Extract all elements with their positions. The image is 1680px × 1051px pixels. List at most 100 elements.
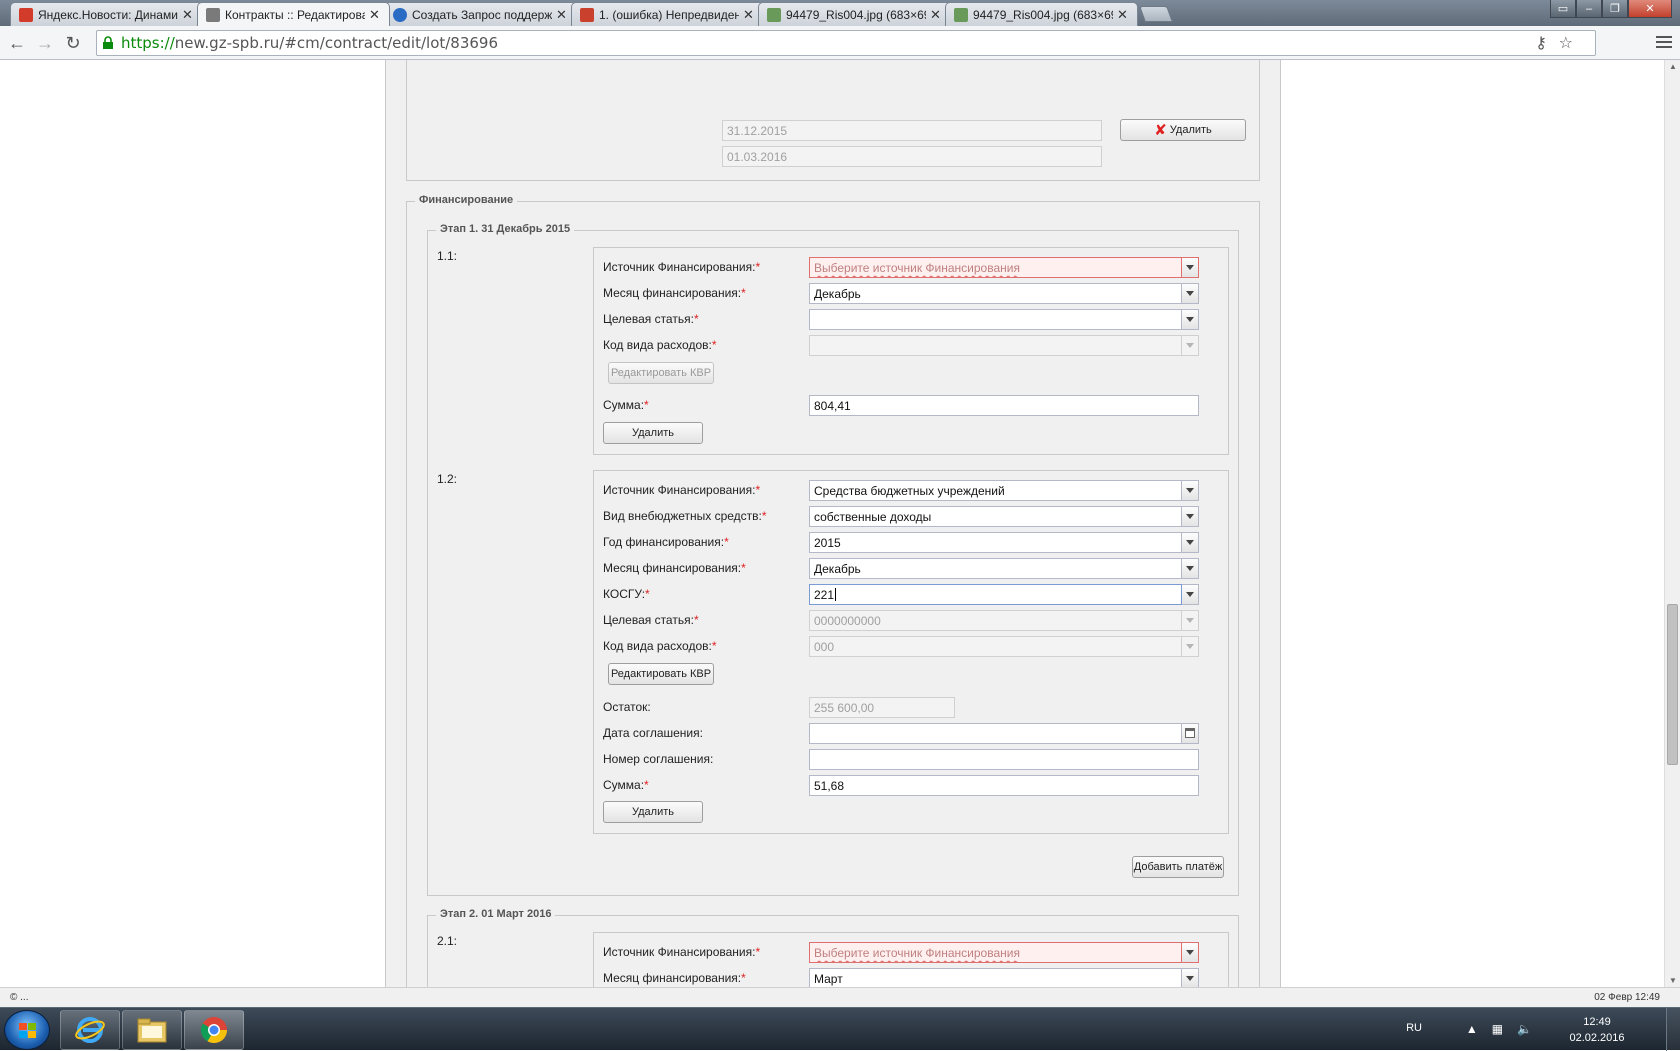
reload-icon[interactable]: ↻	[62, 32, 84, 54]
taskbar-clock[interactable]: 12:49 02.02.2016	[1562, 1014, 1632, 1046]
payment-number-1-2: 1.2:	[437, 472, 458, 486]
delete-stage-button[interactable]: ✘ Удалить	[1120, 119, 1246, 141]
agreement-date-input[interactable]	[809, 723, 1182, 744]
status-text: © ...	[10, 992, 29, 1003]
chevron-down-icon[interactable]	[1182, 532, 1199, 553]
chevron-down-icon[interactable]	[1182, 309, 1199, 330]
field-label: Источник Финансирования:*	[603, 945, 761, 959]
chevron-down-icon[interactable]	[1182, 968, 1199, 987]
field-label: Год финансирования:*	[603, 535, 729, 549]
show-hidden-icons-icon[interactable]: ▲	[1466, 1022, 1478, 1036]
field-label: Сумма:*	[603, 778, 649, 792]
file-explorer-app[interactable]	[122, 1010, 182, 1050]
tools-icon	[206, 7, 220, 22]
chevron-down-icon[interactable]	[1182, 480, 1199, 501]
chevron-down-icon[interactable]	[1182, 942, 1199, 963]
delete-payment-button[interactable]: Удалить	[603, 422, 703, 444]
field-label: Месяц финансирования:*	[603, 286, 746, 300]
user-icon[interactable]: ▭	[1550, 0, 1576, 18]
tabs: Яндекс.Новости: Динамик ✕ Контракты :: Р…	[10, 2, 1173, 26]
maximize-button[interactable]: ❐	[1602, 0, 1628, 18]
scroll-up-icon[interactable]: ▲	[1668, 62, 1678, 71]
tab-error[interactable]: 1. (ошибка) Непредвиден ✕	[571, 2, 764, 26]
delete-x-icon: ✘	[1154, 122, 1167, 139]
chevron-down-icon[interactable]	[1182, 610, 1199, 631]
sum-input[interactable]: 51,68	[809, 775, 1199, 796]
scroll-down-icon[interactable]: ▼	[1668, 976, 1678, 985]
funding-source-combo[interactable]: Средства бюджетных учреждений	[809, 480, 1182, 501]
show-desktop-button[interactable]	[1666, 1008, 1680, 1051]
scroll-thumb[interactable]	[1667, 604, 1678, 765]
address-bar[interactable]: https://new.gz-spb.ru/#cm/contract/edit/…	[96, 30, 1596, 56]
expense-code-combo[interactable]	[809, 335, 1182, 356]
funding-month-combo[interactable]: Декабрь	[809, 283, 1182, 304]
close-icon[interactable]: ✕	[930, 8, 942, 21]
stage2-legend: Этап 2. 01 Март 2016	[436, 908, 556, 920]
financing-legend: Финансирование	[415, 194, 518, 206]
yandex-news-icon	[19, 7, 33, 22]
calendar-icon[interactable]	[1182, 723, 1199, 744]
page-scrollbar[interactable]: ▲ ▼	[1664, 60, 1680, 987]
image-icon	[954, 7, 968, 22]
language-indicator[interactable]: RU	[1406, 1022, 1422, 1034]
star-icon[interactable]: ☆	[1559, 31, 1573, 55]
add-payment-button[interactable]: Добавить платёж	[1132, 856, 1224, 878]
tab-image-1[interactable]: 94479_Ris004.jpg (683×69 ✕	[758, 2, 951, 26]
agreement-number-input[interactable]	[809, 749, 1199, 770]
funding-source-combo[interactable]: Выберите источник Финансирования	[809, 257, 1182, 278]
kosgu-combo[interactable]: 221	[809, 584, 1182, 605]
payment-number-1-1: 1.1:	[437, 249, 458, 263]
close-icon[interactable]: ✕	[556, 8, 568, 21]
funding-month-combo[interactable]: Март	[809, 968, 1182, 987]
clock-time: 12:49	[1583, 1016, 1611, 1028]
chevron-down-icon[interactable]	[1182, 584, 1199, 605]
chrome-app[interactable]	[184, 1010, 244, 1050]
minimize-button[interactable]: –	[1576, 0, 1602, 18]
field-label: Месяц финансирования:*	[603, 561, 746, 575]
field-label: Источник Финансирования:*	[603, 483, 761, 497]
edit-kvr-button[interactable]: Редактировать КВР	[608, 362, 714, 384]
chevron-down-icon[interactable]	[1182, 283, 1199, 304]
key-icon[interactable]: ⚷	[1535, 31, 1547, 55]
close-icon[interactable]: ✕	[743, 8, 755, 21]
funding-source-combo[interactable]: Выберите источник Финансирования	[809, 942, 1182, 963]
edit-kvr-button[interactable]: Редактировать КВР	[608, 663, 714, 685]
start-button[interactable]	[4, 1010, 50, 1050]
stage-date-field[interactable]: 31.12.2015	[722, 120, 1102, 141]
menu-icon[interactable]	[1656, 34, 1672, 50]
target-article-combo[interactable]	[809, 309, 1182, 330]
field-label: Месяц финансирования:*	[603, 971, 746, 985]
chevron-down-icon[interactable]	[1182, 636, 1199, 657]
back-arrow-icon[interactable]: ←	[6, 32, 28, 54]
funding-year-combo[interactable]: 2015	[809, 532, 1182, 553]
delete-payment-button[interactable]: Удалить	[603, 801, 703, 823]
expense-code-combo[interactable]: 000	[809, 636, 1182, 657]
chevron-down-icon[interactable]	[1182, 506, 1199, 527]
tab-image-2[interactable]: 94479_Ris004.jpg (683×69 ✕	[945, 2, 1138, 26]
funding-month-combo[interactable]: Декабрь	[809, 558, 1182, 579]
close-icon[interactable]: ✕	[182, 8, 194, 21]
sum-input[interactable]: 804,41	[809, 395, 1199, 416]
tab-title: 94479_Ris004.jpg (683×69	[973, 7, 1113, 22]
forward-arrow-icon[interactable]: →	[34, 32, 56, 54]
close-icon[interactable]: ✕	[1117, 8, 1129, 21]
tab-title: Создать Запрос поддерж	[412, 7, 552, 22]
chevron-down-icon[interactable]	[1182, 558, 1199, 579]
volume-icon[interactable]: 🔈	[1517, 1022, 1532, 1036]
close-window-button[interactable]: ✕	[1628, 0, 1672, 18]
close-icon[interactable]: ✕	[369, 8, 381, 21]
internet-explorer-app[interactable]	[60, 1010, 120, 1050]
network-icon[interactable]: ▦	[1492, 1022, 1503, 1036]
windows-taskbar: RU ▲ ▦ 🔈 12:49 02.02.2016	[0, 1007, 1680, 1051]
url-scheme: https://	[121, 34, 175, 52]
new-tab-button[interactable]	[1139, 6, 1173, 22]
offbudget-type-combo[interactable]: собственные доходы	[809, 506, 1182, 527]
tab-contracts[interactable]: Контракты :: Редактирова ✕	[197, 2, 390, 26]
chevron-down-icon[interactable]	[1182, 257, 1199, 278]
tab-yandex-news[interactable]: Яндекс.Новости: Динамик ✕	[10, 2, 203, 26]
tab-support[interactable]: Создать Запрос поддерж ✕	[384, 2, 577, 26]
page-viewport: 31.12.2015 01.03.2016 ✘ Удалить Финансиро…	[0, 60, 1664, 987]
target-article-combo[interactable]: 0000000000	[809, 610, 1182, 631]
stage-date-field[interactable]: 01.03.2016	[722, 146, 1102, 167]
chevron-down-icon[interactable]	[1182, 335, 1199, 356]
